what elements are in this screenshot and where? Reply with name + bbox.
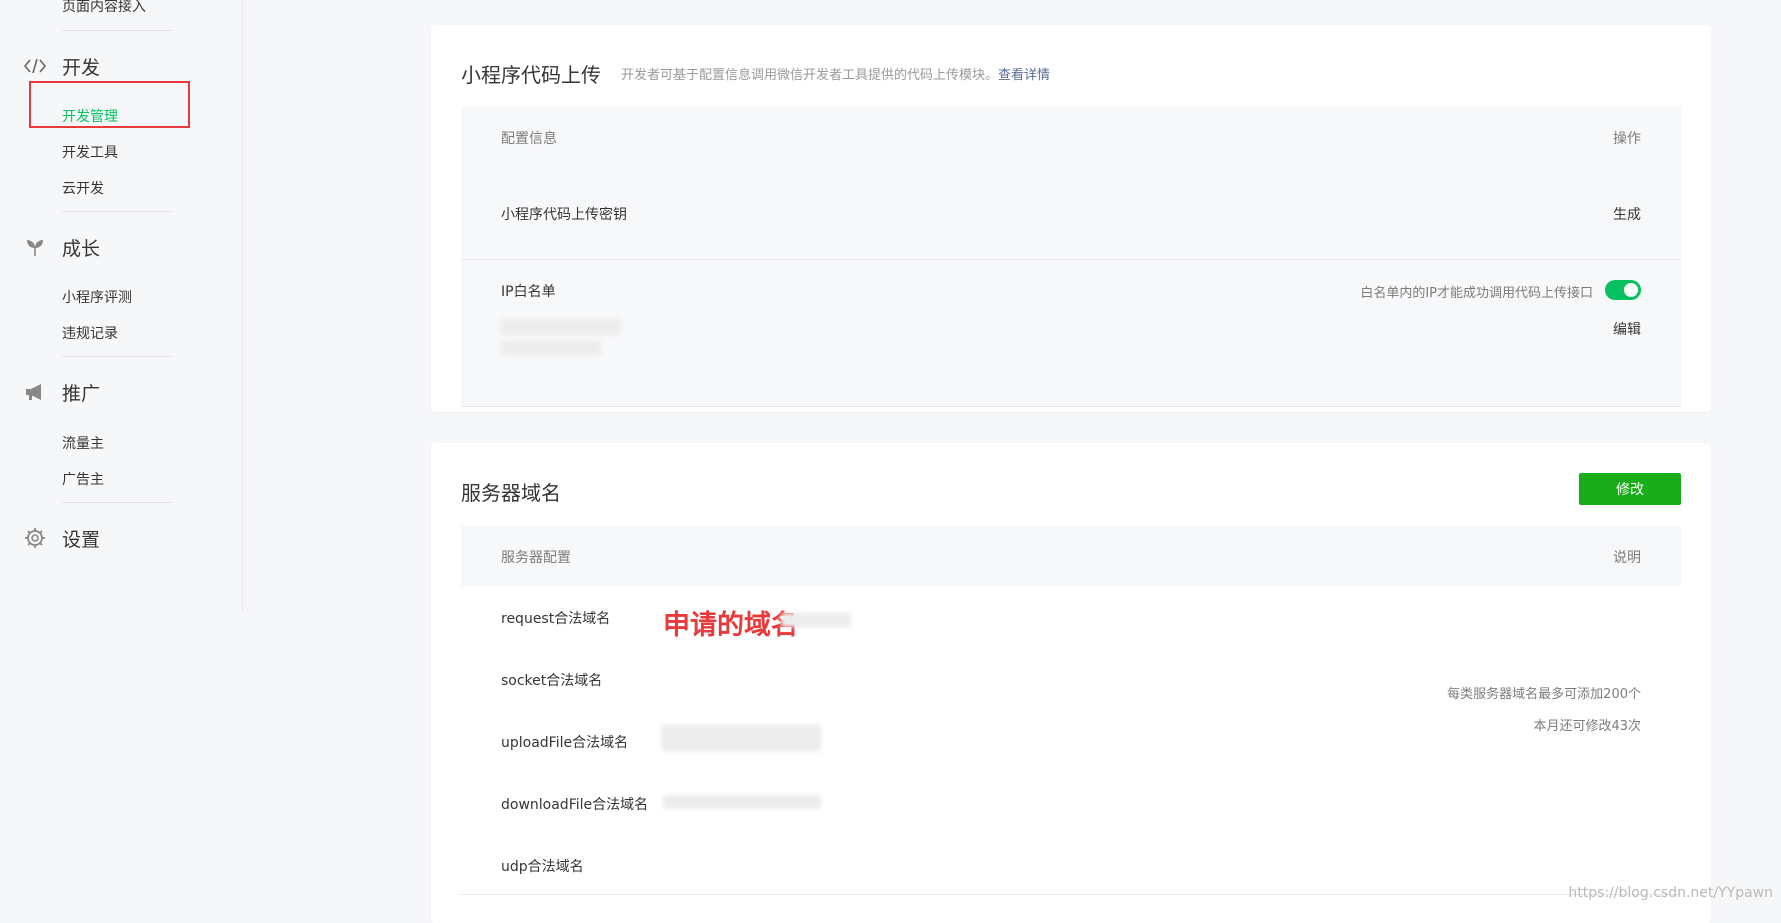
sidebar: 页面内容接入 开发 开发管理 开发工具 云开发 成长 小程序评测 违规记录 推广… — [0, 0, 243, 611]
redacted-domain — [661, 725, 821, 751]
column-header-note: 说明 — [1613, 550, 1641, 566]
upload-key-label: 小程序代码上传密钥 — [501, 207, 627, 223]
domain-limit-note: 每类服务器域名最多可添加200个 — [1447, 687, 1641, 702]
highlight-box — [29, 81, 190, 128]
sidebar-divider — [62, 211, 172, 212]
ip-whitelist-toggle[interactable] — [1605, 280, 1641, 300]
ip-whitelist-hint: 白名单内的IP才能成功调用代码上传接口 — [1360, 286, 1593, 301]
domain-row-request: request合法域名 — [501, 611, 611, 627]
toggle-knob — [1624, 283, 1638, 297]
edit-ip-link[interactable]: 编辑 — [1613, 319, 1641, 339]
column-header-config: 配置信息 — [501, 131, 557, 147]
row-divider — [461, 406, 1681, 407]
sidebar-group-label: 推广 — [62, 382, 101, 405]
sidebar-item-dev-tools[interactable]: 开发工具 — [62, 142, 118, 162]
sidebar-group-growth[interactable]: 成长 — [24, 235, 101, 260]
redacted-ip — [501, 341, 601, 355]
megaphone-icon — [24, 381, 46, 403]
view-details-link[interactable]: 查看详情 — [998, 68, 1050, 83]
sidebar-group-dev[interactable]: 开发 — [24, 54, 101, 79]
sidebar-item-advertiser[interactable]: 广告主 — [62, 469, 104, 489]
column-header-action: 操作 — [1613, 131, 1641, 147]
card-title: 服务器域名 — [461, 481, 561, 505]
card-title: 小程序代码上传 — [461, 63, 601, 87]
ip-whitelist-label: IP白名单 — [501, 284, 556, 300]
sidebar-group-label: 设置 — [62, 528, 101, 551]
column-header-server: 服务器配置 — [501, 550, 571, 566]
domain-row-downloadfile: downloadFile合法域名 — [501, 797, 649, 813]
sprout-icon — [24, 236, 46, 258]
domain-modify-note: 本月还可修改43次 — [1533, 719, 1641, 734]
sidebar-divider — [62, 356, 172, 357]
row-divider — [461, 894, 1681, 895]
sidebar-divider — [62, 30, 172, 31]
edit-domain-button[interactable]: 修改 — [1579, 473, 1681, 505]
domain-row-udp: udp合法域名 — [501, 859, 584, 875]
sidebar-group-label: 开发 — [62, 56, 101, 79]
sidebar-divider — [62, 502, 172, 503]
sidebar-item-page-content[interactable]: 页面内容接入 — [62, 0, 146, 16]
sidebar-item-violation[interactable]: 违规记录 — [62, 323, 118, 343]
redacted-ip — [501, 319, 621, 335]
generate-key-link[interactable]: 生成 — [1613, 204, 1641, 224]
config-table: 配置信息 操作 小程序代码上传密钥 生成 IP白名单 白名单内的IP才能成功调用… — [461, 107, 1681, 407]
server-domain-card: 服务器域名 修改 服务器配置 说明 request合法域名 申请的域名 sock… — [431, 443, 1711, 923]
redacted-domain — [781, 613, 851, 627]
domain-table-header: 服务器配置 说明 — [461, 526, 1681, 586]
annotation-text: 申请的域名 — [663, 610, 798, 641]
sidebar-item-cloud-dev[interactable]: 云开发 — [62, 178, 104, 198]
description-text: 开发者可基于配置信息调用微信开发者工具提供的代码上传模块。 — [621, 68, 999, 83]
code-upload-card: 小程序代码上传 开发者可基于配置信息调用微信开发者工具提供的代码上传模块。查看详… — [431, 25, 1711, 412]
sidebar-group-label: 成长 — [62, 237, 101, 260]
sidebar-item-traffic-owner[interactable]: 流量主 — [62, 433, 104, 453]
domain-row-socket: socket合法域名 — [501, 673, 603, 689]
row-divider — [461, 259, 1681, 260]
sidebar-item-review[interactable]: 小程序评测 — [62, 287, 132, 307]
code-icon — [24, 55, 46, 77]
watermark: https://blog.csdn.net/YYpawn — [1568, 885, 1773, 901]
sidebar-group-promotion[interactable]: 推广 — [24, 380, 101, 405]
sidebar-group-settings[interactable]: 设置 — [24, 526, 101, 551]
redacted-domain — [663, 795, 821, 809]
card-description: 开发者可基于配置信息调用微信开发者工具提供的代码上传模块。查看详情 — [621, 64, 1050, 83]
gear-icon — [24, 527, 46, 549]
domain-row-uploadfile: uploadFile合法域名 — [501, 735, 629, 751]
